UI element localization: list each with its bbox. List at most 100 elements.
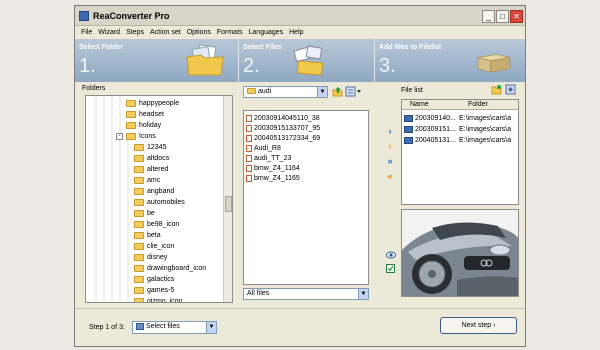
box-icon [477,53,511,73]
file-item[interactable]: bmw_Z4_1164 [246,163,300,173]
folder-item[interactable]: amc [134,175,160,186]
folder-icon [134,199,144,206]
folder-item[interactable]: happypeople [126,98,179,109]
image-thumb-icon [404,136,413,144]
collapse-icon[interactable]: - [116,133,123,140]
step-add-to-filelist[interactable]: Add files to Filelist 3. [375,39,525,82]
image-thumb-icon [404,125,413,133]
remove-selected-button[interactable]: ‹ [384,141,396,151]
filelist-row[interactable]: 200309151... E:\images\cars\a [404,124,511,134]
menu-languages[interactable]: Languages [249,27,284,39]
folder-icon [134,287,144,294]
folder-item[interactable]: automobiles [134,197,185,208]
bottom-bar: Step 1 of 3: Select files ▼ Next step › [75,308,525,346]
folder-item[interactable]: angband [134,186,174,197]
folder-item[interactable]: galactics [134,274,174,285]
preview-checkbox[interactable] [386,264,395,273]
folder-icon [134,276,144,283]
chevron-down-icon[interactable]: ▼ [206,322,216,333]
file-item[interactable]: 20040513172334_69 [246,133,320,143]
menu-options[interactable]: Options [187,27,211,39]
menu-help[interactable]: Help [289,27,303,39]
step-indicator: Step 1 of 3: [89,324,125,331]
file-item[interactable]: 20030914045110_38 [246,113,320,123]
folder-item[interactable]: clie_icon [134,241,174,252]
maximize-button[interactable]: □ [496,10,509,23]
folder-tree-scrollbar[interactable] [223,96,232,302]
folder-item[interactable]: holiday [126,120,161,131]
column-name[interactable]: Name [410,101,429,108]
folder-tree[interactable]: happypeople headset holiday - Icons 12345… [85,95,233,303]
close-button[interactable]: ✕ [510,10,523,23]
folder-item[interactable]: be98_icon [134,219,179,230]
file-list[interactable]: 20030914045110_38 20030915133707_95 2004… [243,110,369,285]
step-label: Select Files [243,44,282,51]
add-selected-button[interactable]: › [384,126,396,136]
file-item[interactable]: audi_TT_23 [246,153,291,163]
menu-file[interactable]: File [81,27,92,39]
menu-formats[interactable]: Formats [217,27,243,39]
filelist-settings-icon[interactable] [505,84,516,95]
folder-icon [134,254,144,261]
filelist-table[interactable]: Name Folder 200309140... E:\images\cars\a… [401,99,519,205]
app-window: ReaConverter Pro _ □ ✕ File Wizard Steps… [74,5,526,347]
filelist-row[interactable]: 200309140... E:\images\cars\a [404,113,511,123]
minimize-button[interactable]: _ [482,10,495,23]
image-file-icon [246,144,252,152]
folder-item[interactable]: games-5 [134,285,174,296]
folder-icon [134,265,144,272]
menu-wizard[interactable]: Wizard [98,27,120,39]
image-file-icon [246,154,252,162]
chevron-down-icon[interactable]: ▼ [358,289,368,299]
image-preview [401,209,519,297]
folder-icon [134,210,144,217]
step-select-files[interactable]: Select Files 2. [239,39,374,82]
folders-label: Folders [82,85,106,92]
folder-item[interactable]: disney [134,252,167,263]
menu-steps[interactable]: Steps [126,27,144,39]
preview-eye-icon[interactable] [386,251,396,259]
menu-action-set[interactable]: Action set [150,27,181,39]
image-file-icon [246,174,252,182]
folder-icon [126,122,136,129]
file-item[interactable]: Audi_R8 [246,143,281,153]
app-icon [79,11,89,21]
file-item[interactable]: 20030915133707_95 [246,123,320,133]
add-folder-icon[interactable] [491,84,502,95]
image-file-icon [246,124,252,132]
folder-select[interactable]: audi ▼ [243,86,328,98]
folder-icon [134,243,144,250]
view-options-icon[interactable] [345,86,363,97]
folder-item[interactable]: be [134,208,155,219]
scroll-thumb[interactable] [225,196,232,212]
file-item[interactable]: bmw_Z4_1165 [246,173,300,183]
filelist-row[interactable]: 200405131... E:\images\cars\a [404,135,511,145]
step-select[interactable]: Select files ▼ [132,321,217,334]
chevron-down-icon[interactable]: ▼ [317,87,327,97]
folder-item[interactable]: altdocs [134,153,169,164]
folder-icon [134,232,144,239]
folder-icon [247,88,256,95]
folder-item[interactable]: gizmo_icon [134,296,182,302]
filelist-header: Name Folder [402,100,518,110]
folder-item[interactable]: altered [134,164,168,175]
steps-banner: Select Folder 1. Select Files 2. Add fil… [75,39,525,82]
add-all-button[interactable]: » [384,156,396,166]
remove-all-button[interactable]: « [384,171,396,181]
title-bar: ReaConverter Pro _ □ ✕ [75,6,525,26]
step-select-folder[interactable]: Select Folder 1. [75,39,238,82]
filelist-label: File list [401,87,423,94]
folder-photos-icon [186,44,224,76]
folder-item-expanded[interactable]: - Icons [116,131,156,142]
folder-icon [126,100,136,107]
folder-item[interactable]: beta [134,230,161,241]
up-folder-icon[interactable] [332,86,343,97]
folder-icon [134,298,144,302]
file-type-filter[interactable]: All files ▼ [243,288,369,300]
column-folder[interactable]: Folder [468,101,488,108]
next-step-button[interactable]: Next step › [440,317,517,334]
folder-item[interactable]: headset [126,109,164,120]
folder-item[interactable]: drawingboard_icon [134,263,206,274]
folder-icon [134,221,144,228]
folder-item[interactable]: 12345 [134,142,166,153]
